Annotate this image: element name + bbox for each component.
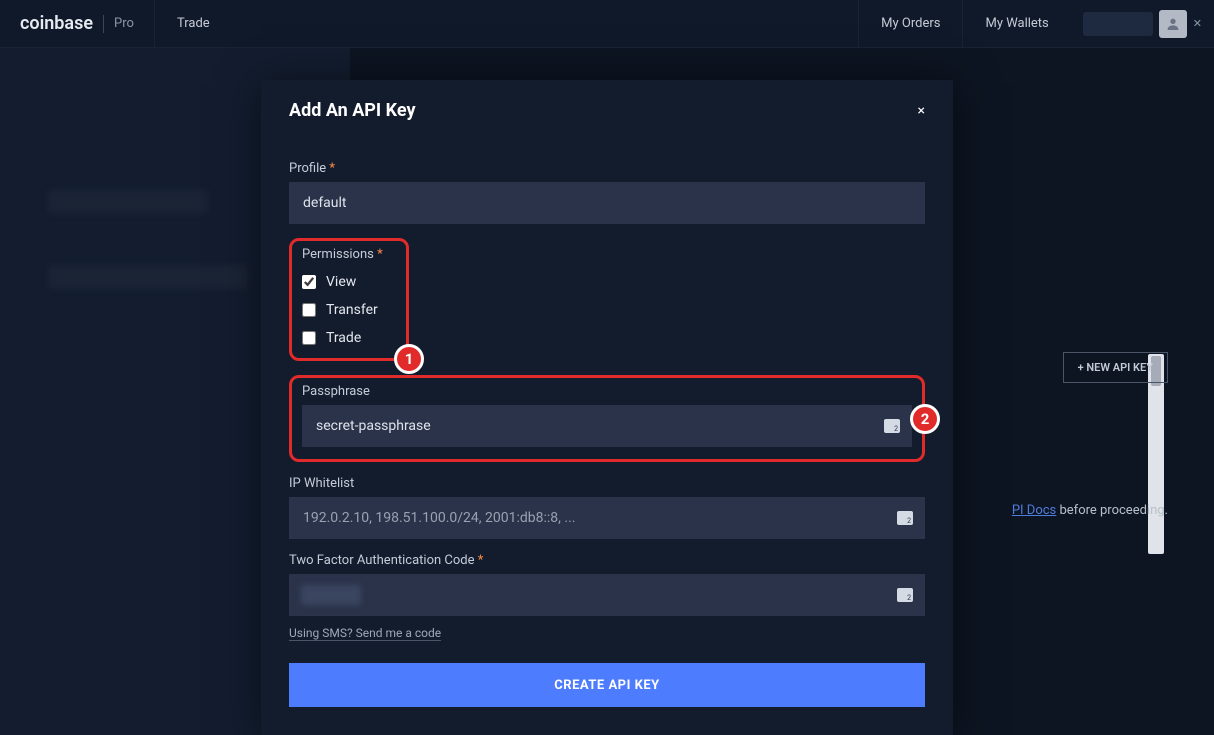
nav-account[interactable]: ✕ [1071, 10, 1214, 38]
top-nav: coinbase Pro Trade My Orders My Wallets … [0, 0, 1214, 48]
modal-overlay: Add An API Key × Profile * default Permi… [0, 48, 1214, 735]
modal-header: Add An API Key × [261, 80, 953, 141]
permissions-label: Permissions * [302, 247, 396, 262]
tfa-input[interactable] [289, 574, 925, 616]
perm-view-checkbox[interactable] [302, 275, 316, 289]
perm-view-row[interactable]: View [302, 274, 396, 290]
annotation-1: 1 [394, 344, 424, 374]
permissions-group: Permissions * View Transfer Trade 1 [289, 238, 409, 361]
sms-code-link[interactable]: Using SMS? Send me a code [289, 626, 441, 641]
ip-whitelist-input[interactable] [289, 497, 925, 539]
passphrase-input[interactable] [302, 405, 912, 447]
chevron-down-icon: ✕ [1193, 17, 1202, 30]
perm-view-label: View [326, 274, 356, 290]
profile-field-label: Profile * [289, 161, 925, 176]
annotation-2: 2 [910, 404, 940, 434]
perm-trade-label: Trade [326, 330, 361, 346]
tfa-value-hidden [301, 585, 361, 605]
brand-sub: Pro [114, 16, 134, 31]
avatar-icon [1159, 10, 1187, 38]
perm-trade-row[interactable]: Trade [302, 330, 396, 346]
nav-placeholder [1083, 12, 1153, 36]
keyboard-icon [897, 511, 913, 525]
profile-select[interactable]: default [289, 182, 925, 224]
nav-my-orders[interactable]: My Orders [858, 0, 962, 47]
create-api-key-button[interactable]: CREATE API KEY [289, 663, 925, 707]
passphrase-label: Passphrase [302, 384, 912, 399]
nav-trade[interactable]: Trade [154, 0, 232, 47]
add-api-key-modal: Add An API Key × Profile * default Permi… [261, 80, 953, 735]
brand-divider [103, 15, 104, 33]
perm-trade-checkbox[interactable] [302, 331, 316, 345]
keyboard-icon [897, 588, 913, 602]
nav-my-wallets[interactable]: My Wallets [962, 0, 1070, 47]
keyboard-icon [884, 419, 900, 433]
close-button[interactable]: × [918, 103, 925, 119]
brand-main: coinbase [20, 13, 93, 34]
modal-title: Add An API Key [289, 100, 416, 121]
passphrase-group: Passphrase 2 [289, 375, 925, 462]
perm-transfer-row[interactable]: Transfer [302, 302, 396, 318]
tfa-label: Two Factor Authentication Code * [289, 553, 925, 568]
brand[interactable]: coinbase Pro [0, 0, 154, 47]
perm-transfer-label: Transfer [326, 302, 378, 318]
perm-transfer-checkbox[interactable] [302, 303, 316, 317]
ip-whitelist-label: IP Whitelist [289, 476, 925, 491]
